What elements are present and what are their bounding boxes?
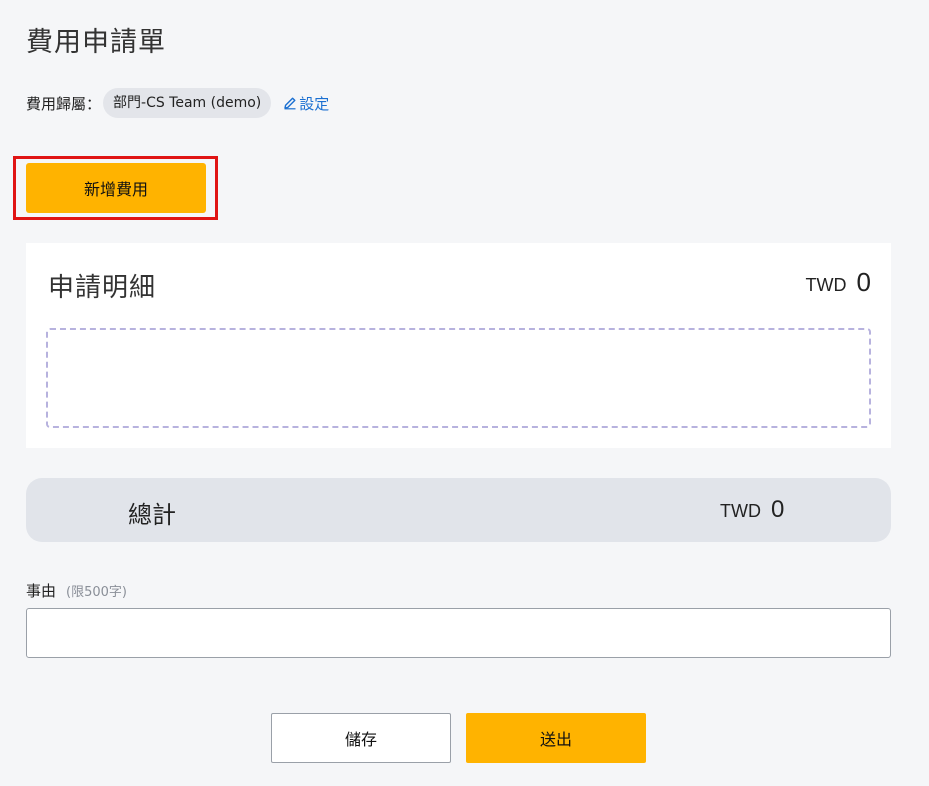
expense-items-area bbox=[46, 328, 871, 428]
total-currency: TWD bbox=[720, 501, 761, 521]
add-expense-button[interactable]: 新增費用 bbox=[26, 163, 206, 213]
total-bar: 總計 TWD 0 bbox=[26, 478, 891, 542]
total-label: 總計 bbox=[128, 501, 176, 529]
page-title: 費用申請單 bbox=[26, 27, 166, 58]
settings-link[interactable]: 設定 bbox=[283, 93, 329, 114]
save-button[interactable]: 儲存 bbox=[271, 713, 451, 763]
reason-hint: (限500字) bbox=[66, 585, 127, 600]
detail-amount: TWD 0 bbox=[806, 267, 871, 298]
expense-owner-label: 費用歸屬： bbox=[26, 94, 102, 113]
detail-amount-value: 0 bbox=[856, 267, 871, 297]
pencil-edit-icon bbox=[284, 97, 296, 110]
reason-label: 事由 bbox=[26, 582, 57, 600]
total-amount: TWD 0 bbox=[720, 496, 784, 524]
detail-currency: TWD bbox=[805, 275, 847, 295]
application-detail-card: 申請明細 TWD 0 bbox=[26, 243, 891, 448]
reason-label-row: 事由 (限500字) bbox=[26, 580, 127, 601]
detail-title: 申請明細 bbox=[48, 273, 157, 303]
department-tag: 部門-CS Team (demo) bbox=[103, 88, 272, 118]
submit-button[interactable]: 送出 bbox=[466, 713, 646, 763]
reason-input[interactable] bbox=[26, 608, 891, 658]
settings-link-label: 設定 bbox=[299, 94, 330, 113]
expense-owner-row: 費用歸屬： 部門-CS Team (demo) 設定 bbox=[26, 88, 329, 118]
total-amount-value: 0 bbox=[770, 496, 785, 523]
